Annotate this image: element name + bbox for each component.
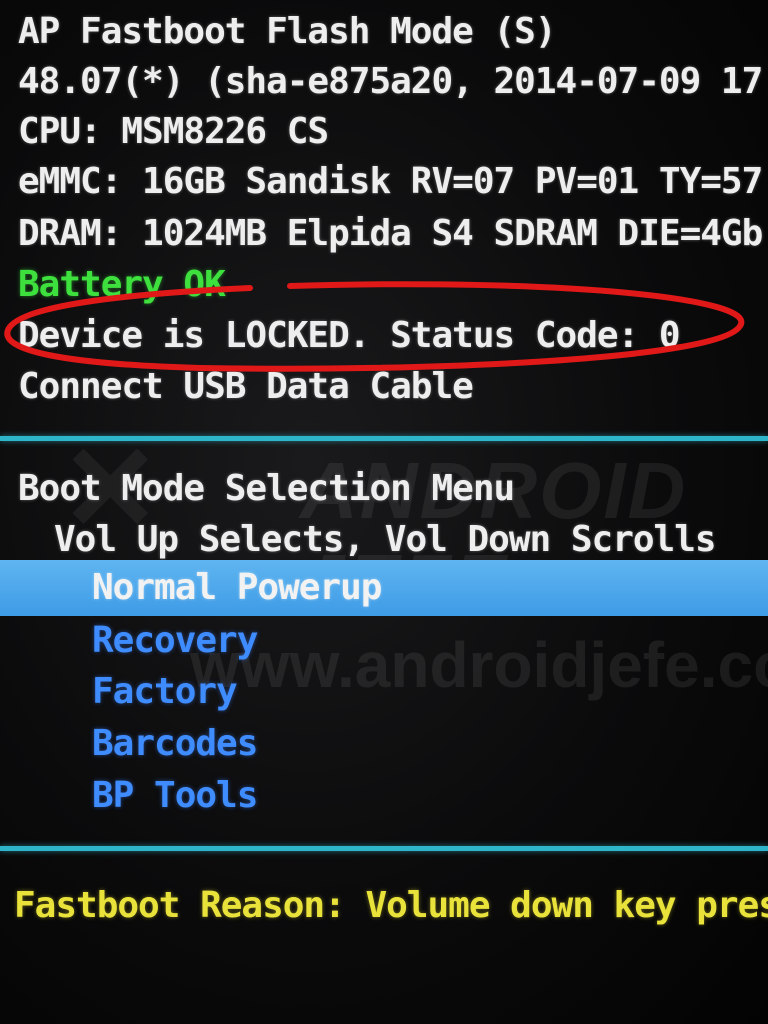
menu-instructions: Vol Up Selects, Vol Down Scrolls bbox=[54, 519, 717, 560]
menu-item-normal-powerup[interactable]: Normal Powerup bbox=[92, 566, 382, 610]
battery-status: Battery OK bbox=[18, 264, 226, 305]
menu-item-factory[interactable]: Factory bbox=[92, 670, 238, 714]
usb-status: Connect USB Data Cable bbox=[18, 366, 474, 407]
watermark-url: www.androidjefe.com bbox=[190, 629, 768, 701]
bootloader-version: 48.07(*) (sha-e875a20, 2014-07-09 17:07 bbox=[18, 61, 768, 102]
fastboot-screen: ✕ ANDROID JEFE www.androidjefe.com AP Fa… bbox=[0, 0, 768, 1024]
dram-info: DRAM: 1024MB Elpida S4 SDRAM DIE=4Gb bbox=[18, 213, 763, 254]
fastboot-title: AP Fastboot Flash Mode (S) bbox=[18, 11, 557, 52]
bottom-divider bbox=[0, 846, 768, 851]
lock-status: Device is LOCKED. Status Code: 0 bbox=[18, 315, 681, 356]
emmc-info: eMMC: 16GB Sandisk RV=07 PV=01 TY=57 bbox=[18, 161, 763, 202]
top-divider bbox=[0, 436, 768, 441]
menu-item-barcodes[interactable]: Barcodes bbox=[92, 722, 258, 766]
menu-item-bp-tools[interactable]: BP Tools bbox=[92, 774, 258, 818]
fastboot-reason: Fastboot Reason: Volume down key presse bbox=[14, 885, 768, 926]
menu-title: Boot Mode Selection Menu bbox=[18, 468, 515, 509]
cpu-info: CPU: MSM8226 CS bbox=[18, 111, 329, 152]
menu-item-recovery[interactable]: Recovery bbox=[92, 619, 258, 663]
